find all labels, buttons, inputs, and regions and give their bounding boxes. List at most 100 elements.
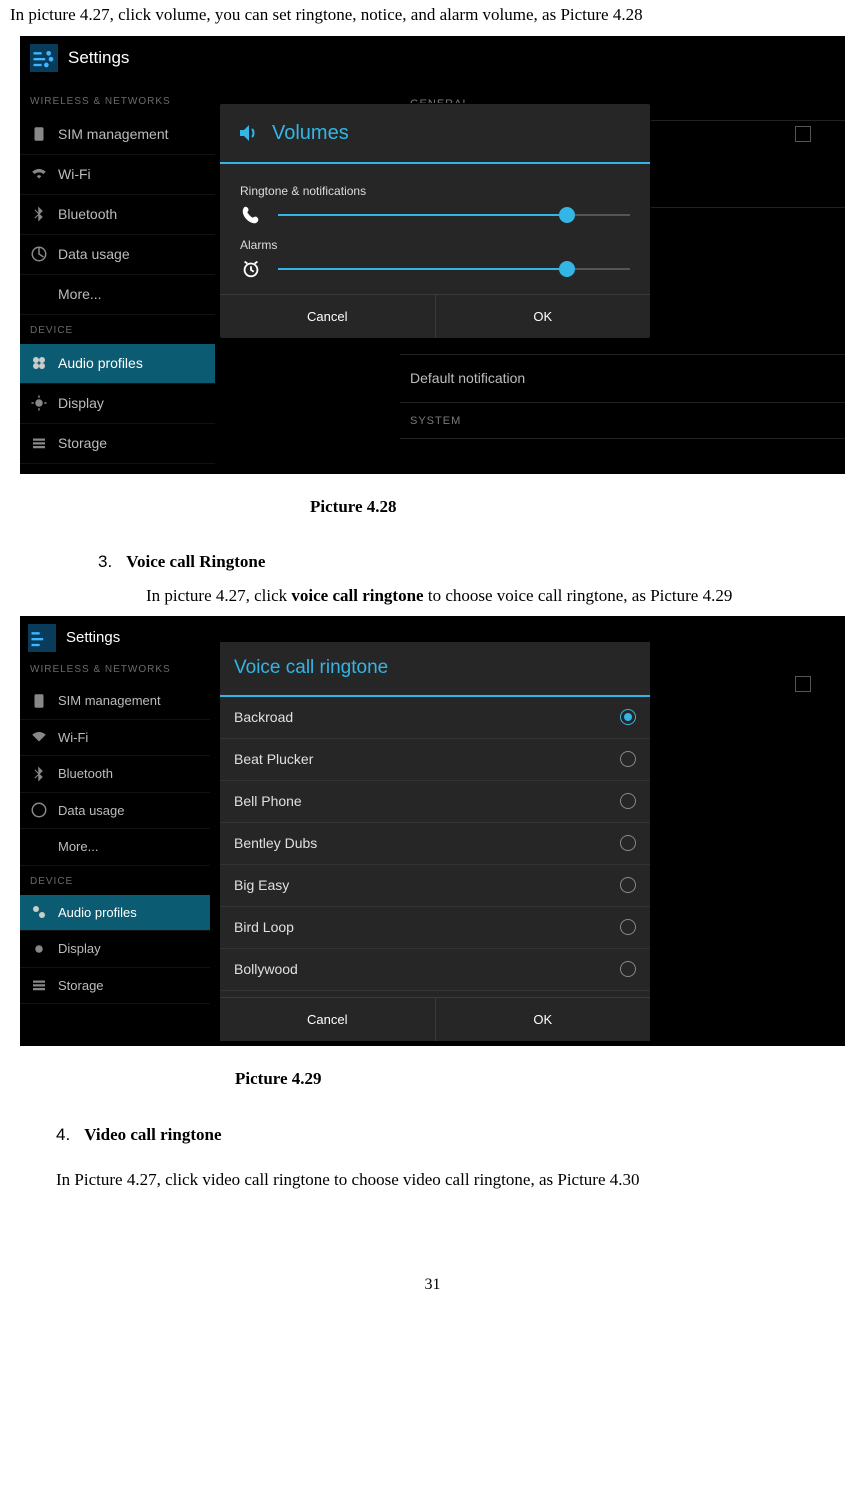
ringtone-slider[interactable] [278, 205, 630, 225]
section3-body-post: to choose voice call ringtone, as Pictur… [424, 586, 733, 605]
sidebar-item-wifi[interactable]: Wi-Fi [20, 155, 215, 195]
settings-sidebar: WIRELESS & NETWORKS SIM management Wi-Fi… [20, 86, 215, 464]
ringtone-title: Voice call ringtone [220, 642, 650, 697]
ringtone-list[interactable]: Backroad Beat Plucker Bell Phone Bentley Du… [220, 697, 650, 997]
sidebar-item-more[interactable]: More... [20, 275, 215, 315]
ringtone-option-label: Bell Phone [234, 791, 302, 812]
data-icon [30, 801, 48, 819]
list-number-4: 4. [56, 1122, 80, 1148]
sidebar-label: More... [58, 837, 98, 857]
ringtone-option[interactable]: Bird Loop [220, 907, 650, 949]
sidebar-label: Storage [58, 433, 107, 454]
ringtone-option[interactable]: Bollywood [220, 949, 650, 991]
ringtone-option-label: Bentley Dubs [234, 833, 317, 854]
category-device: DEVICE [20, 866, 210, 895]
alarm-label: Alarms [240, 236, 630, 254]
sidebar-item-sim[interactable]: SIM management [20, 683, 210, 720]
sidebar-label: Wi-Fi [58, 164, 91, 185]
ringtone-option-label: Big Easy [234, 875, 289, 896]
sidebar-label: SIM management [58, 691, 161, 711]
sidebar-item-data[interactable]: Data usage [20, 793, 210, 830]
settings-app-icon [30, 44, 58, 72]
sidebar-item-sim[interactable]: SIM management [20, 115, 215, 155]
sidebar-label: Bluetooth [58, 764, 113, 784]
sidebar-item-display[interactable]: Display [20, 384, 215, 424]
sidebar-label: Data usage [58, 801, 125, 821]
volume-icon [236, 121, 260, 145]
radio-indicator[interactable] [620, 961, 636, 977]
ok-button[interactable]: OK [435, 295, 651, 339]
section3-body: In picture 4.27, click voice call ringto… [98, 583, 855, 609]
checkbox-indicator[interactable] [795, 126, 811, 142]
page-number: 31 [10, 1273, 855, 1297]
alarm-icon [240, 258, 262, 280]
settings-app-icon [28, 624, 56, 652]
radio-indicator[interactable] [620, 709, 636, 725]
ringtone-option[interactable]: Bentley Dubs [220, 823, 650, 865]
radio-indicator[interactable] [620, 835, 636, 851]
volumes-title: Volumes [272, 118, 349, 148]
alarm-slider[interactable] [278, 259, 630, 279]
volumes-title-bar: Volumes [220, 104, 650, 164]
ringtone-option-label: Backroad [234, 707, 293, 728]
category-device: DEVICE [20, 315, 215, 344]
section3-body-pre: In picture 4.27, click [146, 586, 291, 605]
radio-indicator[interactable] [620, 877, 636, 893]
caption-2: Picture 4.29 [10, 1066, 855, 1092]
sidebar-item-storage[interactable]: Storage [20, 968, 210, 1005]
ringtone-option-label: Bollywood [234, 959, 298, 980]
bluetooth-icon [30, 765, 48, 783]
radio-indicator[interactable] [620, 793, 636, 809]
sidebar-label: SIM management [58, 124, 169, 145]
radio-indicator[interactable] [620, 751, 636, 767]
ringtone-thumb[interactable] [559, 207, 575, 223]
ringtone-option[interactable]: Backroad [220, 697, 650, 739]
audio-icon [30, 903, 48, 921]
settings-header: Settings [20, 36, 845, 80]
sidebar-label: Bluetooth [58, 204, 117, 225]
display-icon [30, 394, 48, 412]
data-icon [30, 245, 48, 263]
sidebar-label: Display [58, 393, 104, 414]
ringtone-option[interactable]: Beat Plucker [220, 739, 650, 781]
cancel-button[interactable]: Cancel [220, 998, 435, 1042]
sidebar-label: Wi-Fi [58, 728, 88, 748]
cancel-button[interactable]: Cancel [220, 295, 435, 339]
sim-icon [30, 692, 48, 710]
sidebar-label: Data usage [58, 244, 130, 265]
ringtone-label: Ringtone & notifications [240, 182, 630, 200]
sidebar-item-data[interactable]: Data usage [20, 235, 215, 275]
wifi-icon [30, 165, 48, 183]
sidebar-label: More... [58, 284, 102, 305]
section4-title: Video call ringtone [84, 1125, 221, 1144]
sidebar-item-display[interactable]: Display [20, 931, 210, 968]
display-icon [30, 940, 48, 958]
sidebar-item-more[interactable]: More... [20, 829, 210, 866]
radio-indicator[interactable] [620, 919, 636, 935]
sidebar-item-audio[interactable]: Audio profiles [20, 344, 215, 384]
ok-button[interactable]: OK [435, 998, 651, 1042]
checkbox-indicator[interactable] [795, 676, 811, 692]
section3-body-bold: voice call ringtone [291, 586, 423, 605]
phone-icon [240, 204, 262, 226]
ringtone-option[interactable]: Bell Phone [220, 781, 650, 823]
sidebar-item-audio[interactable]: Audio profiles [20, 895, 210, 932]
sidebar-item-bluetooth[interactable]: Bluetooth [20, 756, 210, 793]
list-number-3: 3. [98, 549, 122, 575]
section3-title: Voice call Ringtone [126, 552, 265, 571]
ringtone-fill [278, 214, 567, 216]
caption-1: Picture 4.28 [10, 494, 855, 520]
sidebar-item-storage[interactable]: Storage [20, 424, 215, 464]
category-wireless: WIRELESS & NETWORKS [20, 654, 210, 683]
row-default-notification[interactable]: Default notification [400, 355, 845, 403]
storage-icon [30, 976, 48, 994]
ringtone-option[interactable]: Big Easy [220, 865, 650, 907]
audio-icon [30, 354, 48, 372]
ringtone-dialog: Voice call ringtone Backroad Beat Plucker… [220, 642, 650, 1041]
storage-icon [30, 434, 48, 452]
sidebar-item-bluetooth[interactable]: Bluetooth [20, 195, 215, 235]
alarm-thumb[interactable] [559, 261, 575, 277]
sidebar-label: Storage [58, 976, 104, 996]
sim-icon [30, 125, 48, 143]
sidebar-item-wifi[interactable]: Wi-Fi [20, 720, 210, 757]
